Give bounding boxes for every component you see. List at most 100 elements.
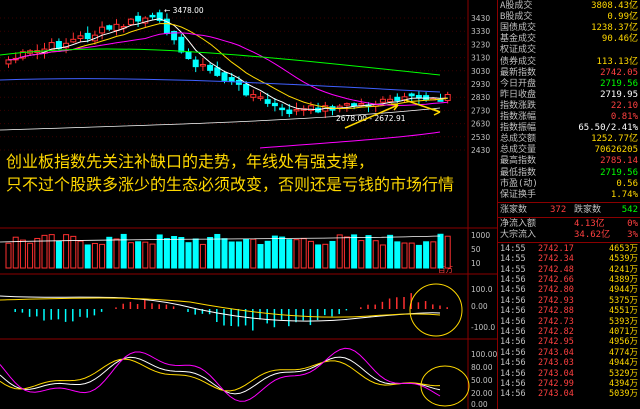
candle-body bbox=[271, 102, 278, 107]
quote-row: 权证成交 bbox=[498, 45, 640, 56]
candle-body bbox=[279, 107, 286, 111]
quote-row: 指数涨幅 0.81% bbox=[498, 112, 640, 123]
candle-body bbox=[99, 26, 106, 34]
quote-label: 总成交额 bbox=[500, 134, 537, 145]
quote-label: 保证换手 bbox=[500, 189, 537, 200]
candle-body bbox=[444, 93, 451, 101]
tick-row: 14:56 2742.73 5393万 bbox=[498, 317, 640, 327]
volume-bar bbox=[91, 242, 98, 269]
quote-row: 债券成交 113.13亿 bbox=[498, 57, 640, 68]
volume-bar bbox=[415, 244, 422, 269]
quote-separator bbox=[498, 241, 640, 243]
ma5-line bbox=[8, 18, 448, 111]
candle-body bbox=[135, 15, 142, 22]
quote-value: 2719.56 bbox=[600, 78, 638, 89]
trend-arrow-head bbox=[432, 108, 441, 116]
volume-bar bbox=[408, 242, 415, 269]
volume-bar bbox=[99, 243, 106, 269]
tick-vol: 4394万 bbox=[609, 379, 638, 389]
candle-body bbox=[207, 64, 214, 71]
candle-body bbox=[358, 103, 365, 106]
tick-vol: 4774万 bbox=[609, 347, 638, 358]
volume-bar bbox=[70, 235, 77, 269]
tick-vol: 4241万 bbox=[609, 264, 638, 275]
candle-body bbox=[394, 96, 401, 101]
tick-vol: 5039万 bbox=[609, 389, 638, 400]
quote-row: 市盈(动) 0.56 bbox=[498, 179, 640, 190]
volume-bar bbox=[379, 244, 386, 269]
tick-price: 2742.88 bbox=[538, 306, 574, 317]
price-y-tick: 2530 bbox=[471, 133, 490, 142]
volume-bar bbox=[63, 234, 70, 269]
volume-bar bbox=[163, 238, 170, 269]
caption-line-2: 只不过个股跌多涨少的生态必须改变，否则还是亏钱的市场行情 bbox=[6, 175, 455, 194]
quote-value: 70626205 bbox=[594, 145, 638, 156]
volume-bar bbox=[235, 241, 242, 269]
volume-bar bbox=[5, 242, 12, 269]
macd-y-tick: 0.00 bbox=[471, 302, 488, 311]
volume-y-tick: 50 bbox=[471, 245, 481, 254]
quote-row: 昨日收盘 2719.95 bbox=[498, 90, 640, 101]
volume-bar bbox=[142, 241, 149, 269]
kline-chart-svg[interactable]: 3430 3330 3230 3130 3030 2930 2830 2730 2630 2530… bbox=[0, 0, 497, 409]
volume-bar bbox=[271, 235, 278, 269]
quote-row: 总成交量 70626205 bbox=[498, 145, 640, 156]
volume-bar bbox=[387, 234, 394, 269]
flow-value: 34.62亿 bbox=[574, 229, 611, 240]
volume-bar bbox=[55, 240, 62, 269]
volume-bar bbox=[221, 238, 228, 269]
volume-bar bbox=[171, 236, 178, 269]
tick-row: 14:56 2742.82 4071万 bbox=[498, 327, 640, 337]
tick-time: 14:56 bbox=[500, 347, 526, 358]
tick-time: 14:56 bbox=[500, 275, 526, 285]
quote-label: 指数振幅 bbox=[500, 123, 537, 134]
quote-value: 2719.56 bbox=[600, 167, 638, 178]
tick-row: 14:56 2742.99 4394万 bbox=[498, 379, 640, 389]
tick-vol: 5393万 bbox=[609, 316, 638, 327]
breadth-row: 涨家数 372 跌家数 542 bbox=[498, 205, 640, 216]
candle-body bbox=[343, 103, 350, 106]
caption-line-1: 创业板指数先关注补缺口的走势，年线处有强支撑， bbox=[6, 152, 375, 171]
tick-price: 2742.17 bbox=[538, 243, 574, 254]
quote-value: 65.50/2.41% bbox=[578, 123, 638, 134]
macd-y-tick: -100.0 bbox=[471, 323, 495, 332]
quote-label: 市盈(动) bbox=[500, 178, 538, 189]
volume-bar bbox=[315, 244, 322, 269]
tick-time: 14:56 bbox=[500, 368, 526, 379]
tick-time: 14:56 bbox=[500, 306, 526, 317]
tick-price: 2742.80 bbox=[538, 285, 574, 296]
tick-row: 14:55 2742.34 4539万 bbox=[498, 254, 640, 264]
breadth-down-value: 542 bbox=[621, 204, 638, 215]
quote-label: B股成交 bbox=[500, 12, 533, 23]
quote-row: 今日开盘 2719.56 bbox=[498, 79, 640, 90]
volume-bar bbox=[257, 244, 264, 269]
tick-vol: 5375万 bbox=[609, 295, 638, 306]
quote-label: 最新指数 bbox=[500, 67, 537, 78]
tick-vol: 5329万 bbox=[609, 368, 638, 379]
volume-bar bbox=[192, 238, 199, 269]
volume-bar bbox=[437, 233, 444, 269]
tick-price: 2743.04 bbox=[538, 389, 574, 400]
macd-highlight-circle bbox=[409, 283, 463, 337]
quote-row: 指数涨跌 22.10 bbox=[498, 101, 640, 112]
tick-row: 14:56 2742.95 4956万 bbox=[498, 337, 640, 347]
quote-value: 2785.14 bbox=[600, 156, 638, 167]
quote-label: 指数涨跌 bbox=[500, 100, 537, 111]
tick-vol: 4071万 bbox=[609, 327, 638, 337]
quote-value: 2719.95 bbox=[600, 89, 638, 100]
volume-bar bbox=[185, 242, 192, 269]
volume-bar bbox=[127, 242, 134, 269]
volume-bar bbox=[423, 241, 430, 269]
quote-value: 2742.05 bbox=[600, 67, 638, 78]
volume-bar bbox=[243, 238, 250, 269]
tick-time: 14:56 bbox=[500, 327, 526, 337]
price-y-tick: 2630 bbox=[471, 120, 490, 129]
quote-label: 最低指数 bbox=[500, 167, 537, 178]
tick-vol: 4944万 bbox=[609, 358, 638, 369]
breadth-up-value: 372 bbox=[550, 204, 567, 215]
kline-chart-area[interactable]: 3430 3330 3230 3130 3030 2930 2830 2730 2630 2530… bbox=[0, 0, 497, 409]
tick-time: 14:56 bbox=[500, 337, 526, 348]
quote-label: 权证成交 bbox=[500, 45, 537, 56]
high-price-label: ← 3478.00 bbox=[164, 6, 204, 15]
volume-bar bbox=[394, 241, 401, 269]
